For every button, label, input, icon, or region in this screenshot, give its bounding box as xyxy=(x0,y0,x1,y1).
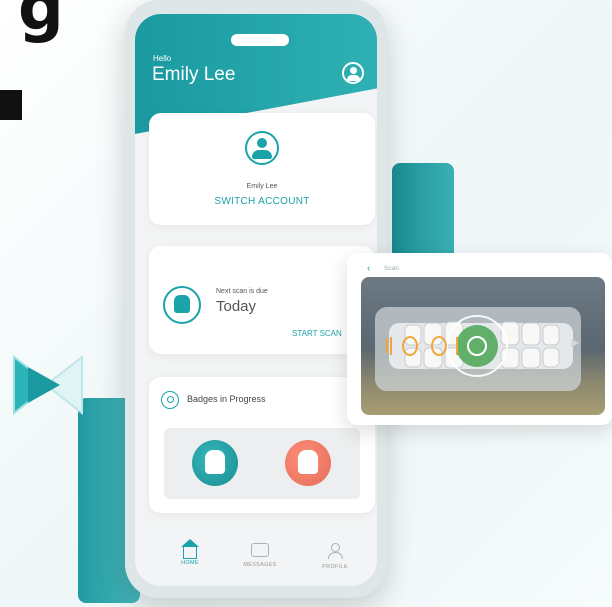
badges-tray xyxy=(164,428,360,499)
tooth-icon xyxy=(298,450,318,474)
chevron-left-icon[interactable]: ‹ xyxy=(367,263,370,274)
scan-panel: ‹ Scan xyxy=(347,253,612,425)
message-icon xyxy=(251,543,269,557)
nav-home-label: HOME xyxy=(181,560,199,566)
start-scan-button[interactable]: START SCAN xyxy=(292,329,342,338)
tooth-badge-icon xyxy=(163,286,201,324)
badges-card: Badges in Progress xyxy=(149,377,375,513)
account-name: Emily Lee xyxy=(246,183,278,190)
home-icon xyxy=(181,539,199,559)
account-card: Emily Lee SWITCH ACCOUNT xyxy=(149,113,375,225)
scan-camera-view xyxy=(361,277,605,415)
nav-messages[interactable]: MESSAGES xyxy=(230,543,290,568)
badges-title: Badges in Progress xyxy=(187,394,266,404)
user-avatar-icon xyxy=(245,131,279,165)
switch-account-button[interactable]: SWITCH ACCOUNT xyxy=(149,196,375,207)
tooth-icon xyxy=(205,450,225,474)
headline-fragment-bar xyxy=(0,90,22,120)
scan-panel-title: Scan xyxy=(384,265,399,272)
teeth-scan-image xyxy=(375,307,581,391)
badge-coral[interactable] xyxy=(285,440,331,486)
bottom-nav: HOME MESSAGES PROFILE xyxy=(135,531,377,586)
phone-notch xyxy=(231,34,289,46)
greeting-text: Hello xyxy=(153,54,172,63)
next-scan-label: Next scan is due xyxy=(216,288,268,295)
people-icon xyxy=(326,543,344,559)
scan-card: Next scan is due Today START SCAN xyxy=(149,246,375,354)
phone-screen: Hello Emily Lee Emily Lee SWITCH ACCOUNT… xyxy=(135,14,377,586)
nav-home[interactable]: HOME xyxy=(160,539,220,566)
nav-profile[interactable]: PROFILE xyxy=(305,543,365,570)
user-circle-icon[interactable] xyxy=(342,62,364,84)
play-logo-icon xyxy=(13,354,83,416)
scan-due-value: Today xyxy=(216,298,257,315)
badge-teal[interactable] xyxy=(192,440,238,486)
nav-profile-label: PROFILE xyxy=(322,564,348,570)
nav-messages-label: MESSAGES xyxy=(243,562,277,568)
headline-fragment: g xyxy=(18,0,64,45)
user-name: Emily Lee xyxy=(152,64,236,85)
ribbon-icon xyxy=(161,391,179,409)
